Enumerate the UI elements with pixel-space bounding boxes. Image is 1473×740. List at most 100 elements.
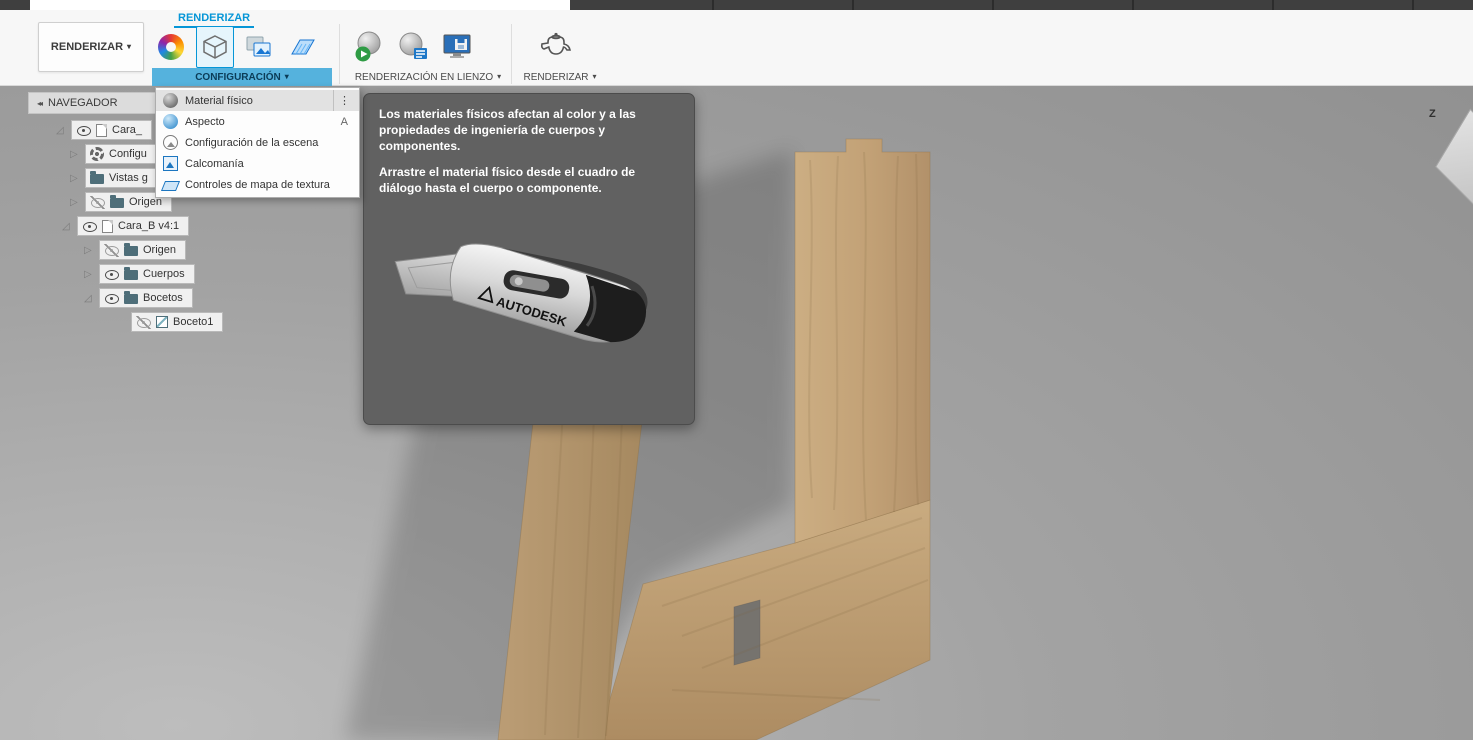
scene-settings-icon [203,35,227,59]
tree-node[interactable]: Boceto1 [131,312,224,332]
configuracion-group-dropdown[interactable]: CONFIGURACIÓN ▾ [152,68,332,86]
toolbar-ribbon: RENDERIZAR RENDERIZAR ▾ CONFIGURACIÓN ▾ … [0,10,1473,86]
texture-map-controls-icon [291,39,315,55]
tree-node-label: Cuerpos [143,268,185,280]
in-canvas-group-dropdown[interactable]: RENDERIZACIÓN EN LIENZO ▾ [344,68,512,86]
tree-node[interactable]: Origen [99,240,187,260]
configuracion-group-label: CONFIGURACIÓN [195,71,281,83]
workspace-selector-button[interactable]: RENDERIZAR ▾ [38,22,144,72]
expand-toggle[interactable]: ◿ [56,125,71,136]
active-document-tab[interactable] [30,0,570,10]
kebab-menu-icon[interactable]: ⋮ [333,90,355,111]
expand-toggle[interactable]: ▷ [70,197,85,208]
render-group-dropdown[interactable]: RENDERIZAR ▾ [516,68,604,86]
tree-node-label: Cara_ [112,124,142,136]
tree-node[interactable]: Vistas g [85,168,158,188]
texture-map-icon [160,181,181,191]
utility-knife-image: AUTODESK [394,243,648,343]
tree-node[interactable]: Cara_B v4:1 [77,216,190,236]
visibility-eye-icon[interactable] [82,220,97,233]
caret-down-icon: ▾ [284,72,289,81]
texture-map-controls-button[interactable] [284,26,322,68]
appearance-button[interactable] [152,26,190,68]
appearance-sphere-icon [163,114,178,129]
color-wheel-icon [158,34,184,60]
scene-settings-icon [163,135,178,150]
decal-icon [163,156,178,171]
folder-icon [124,243,138,256]
viewcube[interactable]: Z [1425,100,1473,220]
expand-toggle[interactable]: ▷ [84,245,99,256]
tree-row-origin: ▷ Origen [28,238,368,262]
document-tab-strip [0,0,1473,10]
render-group-label: RENDERIZAR [523,71,589,83]
tree-row-component: ◿ Cara_B v4:1 [28,214,368,238]
expand-toggle[interactable]: ▷ [70,149,85,160]
gear-icon [90,147,104,161]
tree-node[interactable]: Bocetos [99,288,193,308]
menu-shortcut: A [340,115,348,128]
tab-separator [1412,0,1414,10]
tree-row-sketches: ◿ Bocetos [28,286,368,310]
document-icon [102,219,113,233]
wood-right-board[interactable] [794,138,931,544]
material-fisico-tooltip: Los materiales físicos afectan al color … [363,93,695,425]
render-button[interactable] [534,24,578,66]
collapse-panel-icon[interactable]: ◂◂ [37,99,43,108]
menu-item-label: Calcomanía [185,157,244,170]
menu-item-controles-mapa-textura[interactable]: Controles de mapa de textura [156,174,359,195]
tree-node[interactable]: Cara_ [71,120,152,140]
visibility-eye-off-icon[interactable] [90,195,105,209]
caret-down-icon: ▾ [592,72,597,81]
render-group-icons [534,24,578,66]
menu-item-label: Configuración de la escena [185,136,319,149]
in-canvas-render-settings-button[interactable] [394,26,432,68]
tooltip-paragraph: Los materiales físicos afectan al color … [379,107,636,153]
tab-separator [992,0,994,10]
in-canvas-render-settings-icon [399,32,427,59]
capture-render-button[interactable] [438,26,476,68]
folder-icon [124,291,138,304]
scene-settings-button[interactable] [196,26,234,68]
visibility-eye-off-icon[interactable] [136,315,151,329]
menu-item-calcomania[interactable]: Calcomanía [156,153,359,174]
expand-toggle[interactable]: ◿ [84,293,99,304]
expand-toggle[interactable]: ▷ [84,269,99,280]
render-teapot-icon [540,32,571,55]
tab-separator [1272,0,1274,10]
group-separator [511,24,512,84]
workspace-selector-label: RENDERIZAR [50,41,124,53]
expand-toggle[interactable]: ▷ [70,173,85,184]
folder-icon [124,267,138,280]
fusion-window: Z RENDERIZAR RENDERIZAR ▾ CONFIGURACIÓN … [0,0,1473,740]
tab-separator [1132,0,1134,10]
tree-node-label: Cara_B v4:1 [118,220,180,232]
visibility-eye-icon[interactable] [104,268,119,281]
viewcube-face[interactable] [1435,108,1473,214]
tree-node[interactable]: Cuerpos [99,264,195,284]
visibility-eye-icon[interactable] [76,124,91,137]
tree-node-label: Boceto1 [173,316,214,328]
decal-button[interactable] [240,26,278,68]
configuracion-menu: Material físico ⋮ Aspecto A Configuració… [155,87,360,198]
caret-down-icon: ▾ [497,72,502,81]
tree-node-label: Origen [143,244,177,256]
tree-node-label: Bocetos [143,292,183,304]
visibility-eye-icon[interactable] [104,292,119,305]
menu-item-aspecto[interactable]: Aspecto A [156,111,359,132]
expand-toggle[interactable]: ◿ [62,221,77,232]
menu-item-material-fisico[interactable]: Material físico ⋮ [156,90,359,111]
in-canvas-render-button[interactable] [350,26,388,68]
sketch-icon [156,316,168,328]
tooltip-paragraph: Arrastre el material físico desde el cua… [379,165,636,196]
menu-item-label: Controles de mapa de textura [185,178,330,191]
navigator-title: NAVEGADOR [48,97,118,109]
visibility-eye-off-icon[interactable] [104,243,119,257]
tree-node[interactable]: Configu [85,144,157,164]
folder-icon [90,171,104,184]
menu-item-label: Material físico [185,94,253,107]
menu-item-configuracion-escena[interactable]: Configuración de la escena [156,132,359,153]
group-separator [339,24,340,84]
in-canvas-group-icons [350,26,476,68]
settings-group-icons [152,26,322,68]
